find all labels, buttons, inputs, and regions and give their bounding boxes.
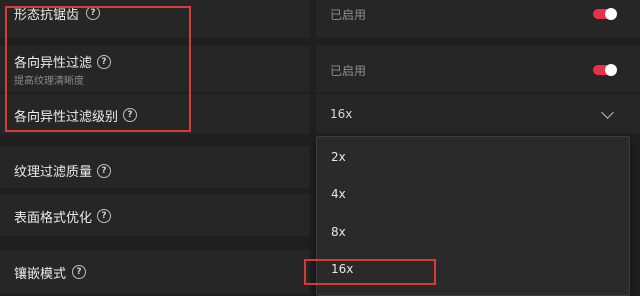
surface-format-label: 表面格式优化 (14, 211, 93, 226)
aniso-toggle[interactable] (593, 64, 617, 76)
toggle-knob (605, 64, 617, 76)
help-icon[interactable]: ? (86, 6, 100, 20)
dropdown-option[interactable]: 8x (331, 225, 346, 239)
aniso-level-label: 各向异性过滤级别 (14, 110, 119, 125)
aniso-status: 已启用 (330, 64, 367, 78)
aniso-description: 提高纹理清晰度 (14, 76, 84, 87)
help-icon[interactable]: ? (123, 108, 137, 122)
morph-aa-label: 形态抗锯齿 (14, 8, 80, 23)
aniso-level-value: 16x (330, 107, 353, 121)
morph-aa-toggle[interactable] (593, 8, 617, 20)
help-icon[interactable]: ? (97, 164, 111, 178)
tessellation-label: 镶嵌模式 (14, 267, 67, 282)
aniso-level-select[interactable] (316, 94, 640, 134)
aniso-level-dropdown[interactable]: 2x 4x 8x 16x (316, 136, 630, 296)
dropdown-option[interactable]: 4x (331, 187, 346, 201)
dropdown-option-selected[interactable]: 16x (331, 262, 353, 276)
dropdown-option[interactable]: 2x (331, 150, 346, 164)
help-icon[interactable]: ? (97, 209, 111, 223)
help-icon[interactable]: ? (72, 265, 86, 279)
morph-aa-status: 已启用 (330, 8, 367, 22)
help-icon[interactable]: ? (97, 55, 111, 69)
texture-quality-label: 纹理过滤质量 (14, 165, 93, 180)
aniso-label: 各向异性过滤 (14, 56, 93, 71)
toggle-knob (605, 8, 617, 20)
